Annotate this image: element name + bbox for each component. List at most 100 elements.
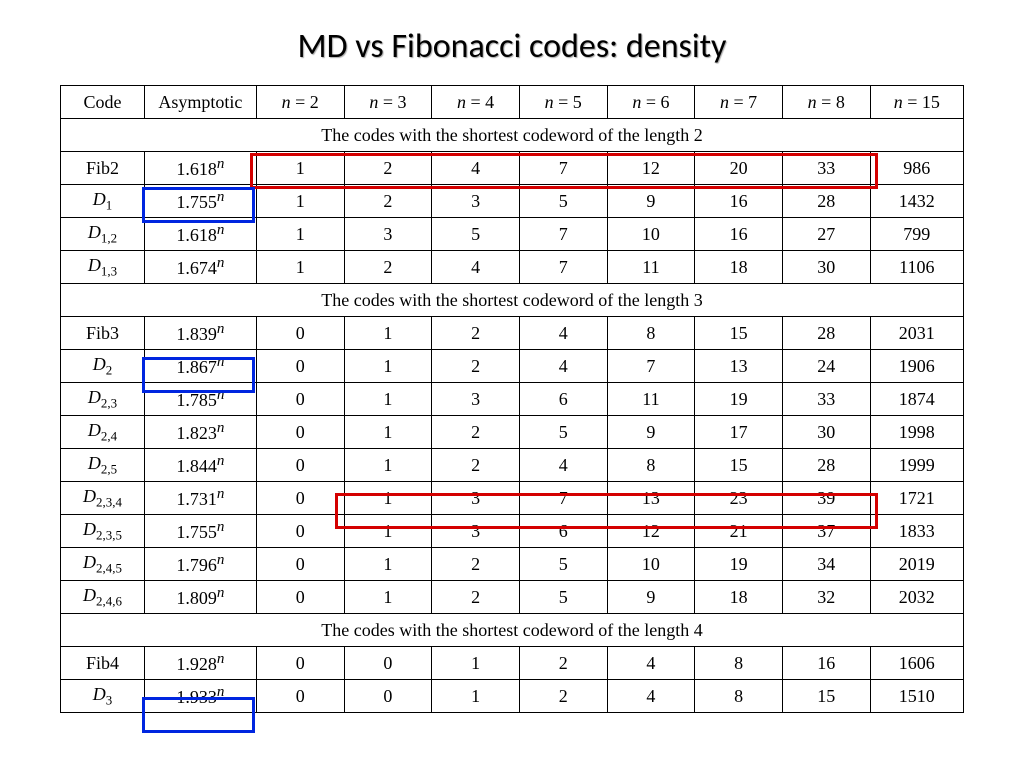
val-cell: 13: [695, 350, 783, 383]
code-cell: D3: [61, 680, 145, 713]
val-cell: 7: [519, 152, 607, 185]
asym-cell: 1.785n: [144, 383, 256, 416]
val-cell: 8: [695, 680, 783, 713]
val-cell: 1833: [870, 515, 963, 548]
val-cell: 0: [344, 647, 432, 680]
val-cell: 9: [607, 185, 695, 218]
val-cell: 799: [870, 218, 963, 251]
header-row: Code Asymptotic n = 2 n = 3 n = 4 n = 5 …: [61, 86, 964, 119]
val-cell: 4: [607, 647, 695, 680]
val-cell: 4: [432, 152, 520, 185]
code-cell: D2,4: [61, 416, 145, 449]
val-cell: 0: [256, 548, 344, 581]
code-cell: D2,3,5: [61, 515, 145, 548]
table-row: D2,3,4 1.731n 01371323391721: [61, 482, 964, 515]
code-cell: Fib4: [61, 647, 145, 680]
val-cell: 5: [432, 218, 520, 251]
val-cell: 4: [432, 251, 520, 284]
table-row: D1,3 1.674n 12471118301106: [61, 251, 964, 284]
val-cell: 0: [256, 680, 344, 713]
val-cell: 17: [695, 416, 783, 449]
val-cell: 1721: [870, 482, 963, 515]
asym-cell: 1.618n: [144, 218, 256, 251]
val-cell: 2: [432, 416, 520, 449]
val-cell: 33: [782, 152, 870, 185]
section-3: The codes with the shortest codeword of …: [61, 284, 964, 317]
val-cell: 1: [256, 251, 344, 284]
val-cell: 0: [256, 515, 344, 548]
asym-cell: 1.731n: [144, 482, 256, 515]
col-n2: n = 2: [256, 86, 344, 119]
val-cell: 1: [256, 152, 344, 185]
val-cell: 4: [519, 449, 607, 482]
val-cell: 10: [607, 218, 695, 251]
val-cell: 1: [344, 317, 432, 350]
val-cell: 32: [782, 581, 870, 614]
val-cell: 7: [607, 350, 695, 383]
val-cell: 30: [782, 251, 870, 284]
val-cell: 2031: [870, 317, 963, 350]
val-cell: 12: [607, 152, 695, 185]
col-asym: Asymptotic: [144, 86, 256, 119]
val-cell: 0: [344, 680, 432, 713]
val-cell: 5: [519, 581, 607, 614]
val-cell: 28: [782, 449, 870, 482]
val-cell: 0: [256, 647, 344, 680]
asym-cell: 1.928n: [144, 647, 256, 680]
code-cell: D2,4,6: [61, 581, 145, 614]
val-cell: 1: [344, 548, 432, 581]
table-row: D2,3,5 1.755n 01361221371833: [61, 515, 964, 548]
val-cell: 7: [519, 218, 607, 251]
code-cell: D1: [61, 185, 145, 218]
asym-cell: 1.933n: [144, 680, 256, 713]
code-cell: D2,3,4: [61, 482, 145, 515]
val-cell: 23: [695, 482, 783, 515]
val-cell: 24: [782, 350, 870, 383]
val-cell: 8: [695, 647, 783, 680]
col-n7: n = 7: [695, 86, 783, 119]
val-cell: 3: [432, 515, 520, 548]
val-cell: 3: [432, 383, 520, 416]
asym-cell: 1.618n: [144, 152, 256, 185]
val-cell: 9: [607, 581, 695, 614]
val-cell: 1106: [870, 251, 963, 284]
asym-cell: 1.823n: [144, 416, 256, 449]
table-row: Fib2 1.618n 1247122033986: [61, 152, 964, 185]
val-cell: 2: [432, 317, 520, 350]
val-cell: 39: [782, 482, 870, 515]
val-cell: 37: [782, 515, 870, 548]
val-cell: 5: [519, 548, 607, 581]
val-cell: 1: [344, 416, 432, 449]
asym-cell: 1.755n: [144, 515, 256, 548]
val-cell: 2032: [870, 581, 963, 614]
val-cell: 7: [519, 482, 607, 515]
val-cell: 0: [256, 416, 344, 449]
val-cell: 986: [870, 152, 963, 185]
val-cell: 1432: [870, 185, 963, 218]
val-cell: 1: [256, 185, 344, 218]
val-cell: 5: [519, 416, 607, 449]
section-4: The codes with the shortest codeword of …: [61, 614, 964, 647]
val-cell: 5: [519, 185, 607, 218]
table-row: D2,4,5 1.796n 01251019342019: [61, 548, 964, 581]
val-cell: 2: [432, 581, 520, 614]
val-cell: 1999: [870, 449, 963, 482]
val-cell: 0: [256, 581, 344, 614]
val-cell: 21: [695, 515, 783, 548]
asym-cell: 1.674n: [144, 251, 256, 284]
val-cell: 28: [782, 317, 870, 350]
val-cell: 11: [607, 383, 695, 416]
asym-cell: 1.867n: [144, 350, 256, 383]
table-row: Fib4 1.928n 001248161606: [61, 647, 964, 680]
val-cell: 16: [695, 218, 783, 251]
val-cell: 20: [695, 152, 783, 185]
val-cell: 1: [344, 383, 432, 416]
val-cell: 0: [256, 449, 344, 482]
val-cell: 3: [344, 218, 432, 251]
val-cell: 6: [519, 383, 607, 416]
page-title: MD vs Fibonacci codes: density: [60, 26, 964, 67]
val-cell: 8: [607, 317, 695, 350]
val-cell: 2: [432, 350, 520, 383]
asym-cell: 1.809n: [144, 581, 256, 614]
val-cell: 33: [782, 383, 870, 416]
